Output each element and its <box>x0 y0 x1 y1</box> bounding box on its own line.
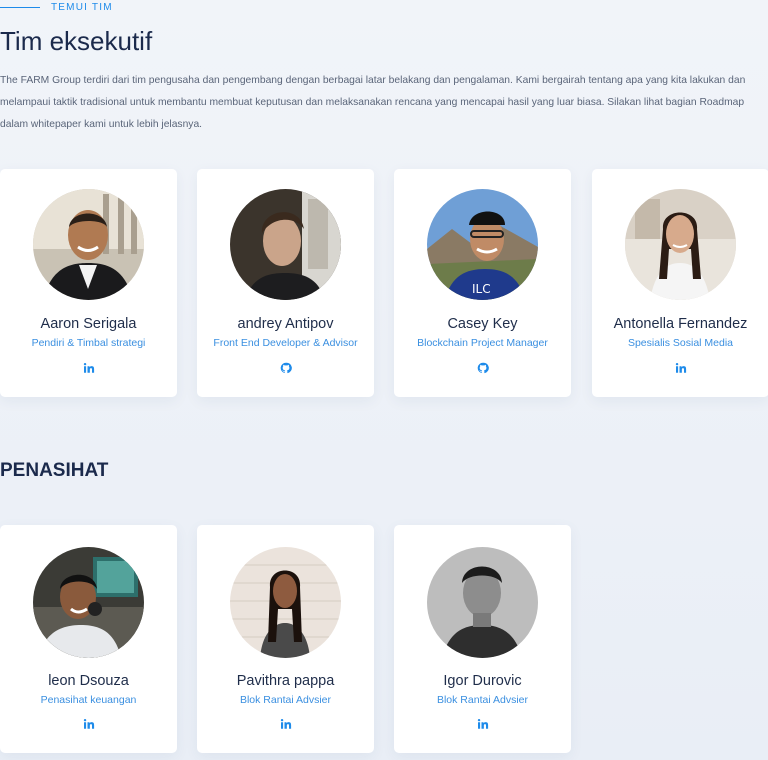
avatar <box>427 547 538 658</box>
member-role: Blok Rantai Advsier <box>436 694 529 706</box>
advisors-heading: PENASIHAT <box>0 460 109 481</box>
avatar: ILC <box>427 189 538 300</box>
team-card-casey: ILC Casey Key Blockchain Project Manager <box>394 169 571 397</box>
member-name: Antonella Fernandez <box>613 316 748 332</box>
member-name: Pavithra pappa <box>236 673 335 689</box>
linkedin-icon[interactable] <box>477 718 489 730</box>
avatar <box>230 547 341 658</box>
page-title: Tim eksekutif <box>0 26 153 56</box>
linkedin-icon[interactable] <box>675 362 687 374</box>
linkedin-icon[interactable] <box>83 718 95 730</box>
member-role: Blok Rantai Advsier <box>239 694 332 706</box>
avatar <box>33 547 144 658</box>
member-name: leon Dsouza <box>48 673 129 689</box>
member-role: Front End Developer & Advisor <box>213 337 358 349</box>
member-role: Penasihat keuangan <box>40 694 137 706</box>
team-card-aaron: Aaron Serigala Pendiri & Timbal strategi <box>0 169 177 397</box>
team-card-andrey: andrey Antipov Front End Developer & Adv… <box>197 169 374 397</box>
avatar <box>33 189 144 300</box>
team-card-pavithra: Pavithra pappa Blok Rantai Advsier <box>197 525 374 753</box>
team-card-igor: Igor Durovic Blok Rantai Advsier <box>394 525 571 753</box>
eyebrow-text: TEMUI TIM <box>51 1 113 13</box>
team-card-leon: leon Dsouza Penasihat keuangan <box>0 525 177 753</box>
avatar <box>230 189 341 300</box>
member-name: andrey Antipov <box>237 316 334 332</box>
linkedin-icon[interactable] <box>83 362 95 374</box>
member-name: Casey Key <box>447 316 518 332</box>
member-name: Igor Durovic <box>443 673 522 689</box>
eyebrow-line <box>0 6 40 8</box>
github-icon[interactable] <box>477 362 489 374</box>
github-icon[interactable] <box>280 362 292 374</box>
member-name: Aaron Serigala <box>40 316 137 332</box>
section-eyebrow: TEMUI TIM <box>0 0 113 14</box>
member-role: Spesialis Sosial Media <box>627 337 734 349</box>
team-card-antonella: Antonella Fernandez Spesialis Sosial Med… <box>592 169 768 397</box>
intro-paragraph: The FARM Group terdiri dari tim pengusah… <box>0 75 746 130</box>
member-role: Blockchain Project Manager <box>417 337 548 349</box>
svg-text:ILC: ILC <box>472 282 491 296</box>
linkedin-icon[interactable] <box>280 718 292 730</box>
avatar <box>625 189 736 300</box>
member-role: Pendiri & Timbal strategi <box>31 337 146 349</box>
